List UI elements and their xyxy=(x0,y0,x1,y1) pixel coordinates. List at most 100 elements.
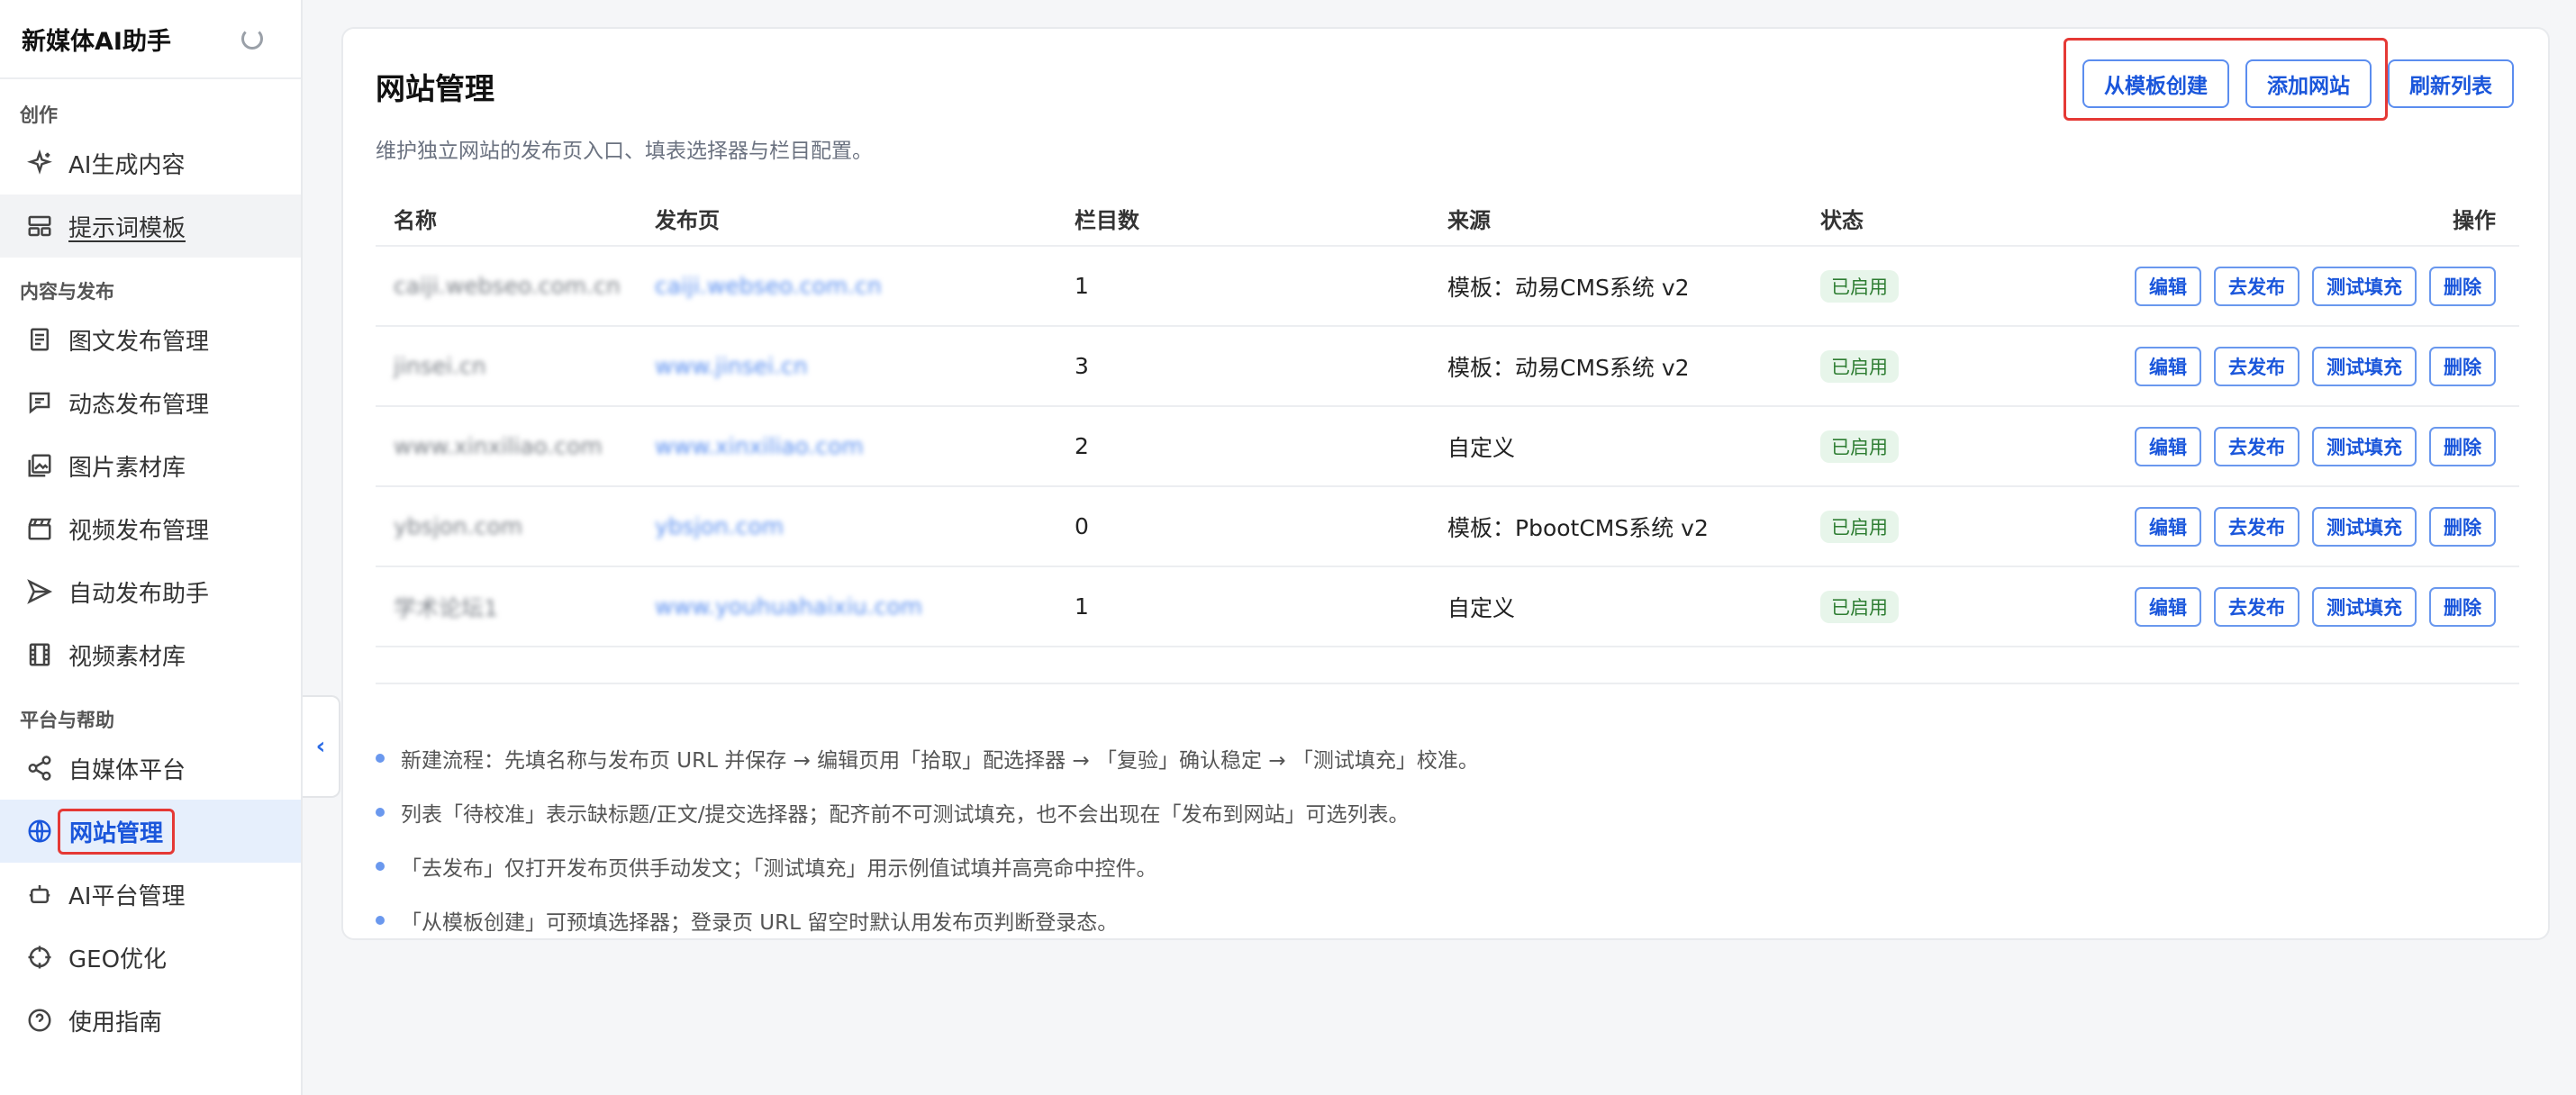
source: 模板：动易CMS系统 v2 xyxy=(1447,354,1690,381)
publish-page-link[interactable]: www.youhuahaixiu.com xyxy=(655,593,922,620)
status-badge: 已启用 xyxy=(1820,510,1899,543)
column-count: 1 xyxy=(1075,273,1089,299)
sidebar-item-image-library[interactable]: 图片素材库 xyxy=(0,434,301,497)
publish-button[interactable]: 去发布 xyxy=(2214,266,2299,306)
column-count: 0 xyxy=(1075,513,1089,539)
website-table: 名称 发布页 栏目数 来源 状态 操作 caiji.webseo.com.cn … xyxy=(376,191,2519,647)
sidebar-item-video-library[interactable]: 视频素材库 xyxy=(0,623,301,686)
message-icon xyxy=(25,388,54,417)
site-name: jinsei.cn xyxy=(394,353,486,379)
column-count: 1 xyxy=(1075,593,1089,620)
edit-button[interactable]: 编辑 xyxy=(2135,506,2201,547)
help-icon xyxy=(25,1006,54,1035)
test-fill-button[interactable]: 测试填充 xyxy=(2312,586,2417,627)
table-row: www.xinxiliao.com www.xinxiliao.com 2 自定… xyxy=(376,407,2519,487)
test-fill-button[interactable]: 测试填充 xyxy=(2312,426,2417,466)
app-root: 新媒体AI助手 创作 AI生成内容 提示词模板 内容与发布 图文发布管理 动态发… xyxy=(0,0,2576,1095)
test-fill-button[interactable]: 测试填充 xyxy=(2312,266,2417,306)
publish-button[interactable]: 去发布 xyxy=(2214,426,2299,466)
delete-button[interactable]: 删除 xyxy=(2429,586,2496,627)
source: 模板：PbootCMS系统 v2 xyxy=(1447,514,1709,541)
edit-button[interactable]: 编辑 xyxy=(2135,266,2201,306)
help-notes: 新建流程：先填名称与发布页 URL 并保存 → 编辑页用「拾取」配选择器 → 「… xyxy=(376,731,2519,947)
sidebar-collapse-button[interactable]: ‹ xyxy=(303,695,340,798)
delete-button[interactable]: 删除 xyxy=(2429,266,2496,306)
film-icon xyxy=(25,640,54,669)
header-column-count: 栏目数 xyxy=(1075,207,1139,233)
main-card: 网站管理 维护独立网站的发布页入口、填表选择器与栏目配置。 从模板创建 添加网站… xyxy=(341,27,2550,940)
sidebar-item-prompt-templates[interactable]: 提示词模板 xyxy=(0,195,301,258)
sidebar-item-ai-platform[interactable]: AI平台管理 xyxy=(0,863,301,926)
site-name: ybsjon.com xyxy=(394,513,523,539)
sidebar-item-label: 视频发布管理 xyxy=(68,517,210,545)
sidebar-item-geo-optimize[interactable]: GEO优化 xyxy=(0,926,301,989)
globe-icon xyxy=(25,817,54,846)
page-description: 维护独立网站的发布页入口、填表选择器与栏目配置。 xyxy=(376,140,873,163)
sidebar-item-label: 网站管理 xyxy=(58,808,176,855)
test-fill-button[interactable]: 测试填充 xyxy=(2312,346,2417,386)
sidebar-item-label: 自动发布助手 xyxy=(68,580,210,608)
delete-button[interactable]: 删除 xyxy=(2429,506,2496,547)
sidebar-item-website-management[interactable]: 网站管理 xyxy=(0,800,301,863)
note-text: 「从模板创建」可预填选择器；登录页 URL 留空时默认用发布页判断登录态。 xyxy=(401,911,1119,935)
publish-page-link[interactable]: www.jinsei.cn xyxy=(655,353,808,379)
status-badge: 已启用 xyxy=(1820,269,1899,303)
refresh-list-button[interactable]: 刷新列表 xyxy=(2388,59,2514,108)
edit-button[interactable]: 编辑 xyxy=(2135,426,2201,466)
sidebar-item-dynamic-publish[interactable]: 动态发布管理 xyxy=(0,371,301,434)
sidebar-item-label: 图文发布管理 xyxy=(68,328,210,356)
edit-button[interactable]: 编辑 xyxy=(2135,586,2201,627)
header-name: 名称 xyxy=(394,207,437,233)
delete-button[interactable]: 删除 xyxy=(2429,426,2496,466)
sidebar-item-user-guide[interactable]: 使用指南 xyxy=(0,989,301,1052)
page-title: 网站管理 xyxy=(376,71,494,106)
list-item: 列表「待校准」表示缺标题/正文/提交选择器；配齐前不可测试填充，也不会出现在「发… xyxy=(376,785,2519,839)
chevron-left-icon: ‹ xyxy=(315,733,326,760)
bullet-dot-icon xyxy=(376,754,385,763)
site-name: www.xinxiliao.com xyxy=(394,433,603,459)
header-actions: 操作 xyxy=(2453,207,2496,233)
robot-icon xyxy=(25,880,54,909)
bullet-dot-icon xyxy=(376,808,385,817)
sidebar-item-label: 图片素材库 xyxy=(68,454,186,482)
sidebar-item-ai-generate[interactable]: AI生成内容 xyxy=(0,131,301,195)
sidebar-item-label: 使用指南 xyxy=(68,1009,163,1036)
publish-page-link[interactable]: caiji.webseo.com.cn xyxy=(655,273,882,299)
sidebar-item-article-publish[interactable]: 图文发布管理 xyxy=(0,308,301,371)
delete-button[interactable]: 删除 xyxy=(2429,346,2496,386)
list-item: 「去发布」仅打开发布页供手动发文；「测试填充」用示例值试填并高亮命中控件。 xyxy=(376,839,2519,893)
source: 自定义 xyxy=(1447,434,1516,461)
table-row: caiji.webseo.com.cn caiji.webseo.com.cn … xyxy=(376,247,2519,327)
header-source: 来源 xyxy=(1447,207,1491,233)
publish-page-link[interactable]: www.xinxiliao.com xyxy=(655,433,864,459)
publish-button[interactable]: 去发布 xyxy=(2214,346,2299,386)
clapper-icon xyxy=(25,514,54,543)
sidebar-item-media-platform[interactable]: 自媒体平台 xyxy=(0,737,301,800)
loading-spinner-icon xyxy=(241,28,263,50)
sidebar: 新媒体AI助手 创作 AI生成内容 提示词模板 内容与发布 图文发布管理 动态发… xyxy=(0,0,303,1095)
sidebar-item-label: AI生成内容 xyxy=(68,151,186,179)
note-text: 新建流程：先填名称与发布页 URL 并保存 → 编辑页用「拾取」配选择器 → 「… xyxy=(401,749,1479,773)
edit-button[interactable]: 编辑 xyxy=(2135,346,2201,386)
share-icon xyxy=(25,754,54,783)
brand-title: 新媒体AI助手 xyxy=(22,27,171,56)
publish-button[interactable]: 去发布 xyxy=(2214,586,2299,627)
sidebar-item-label: 自媒体平台 xyxy=(68,756,186,784)
publish-button[interactable]: 去发布 xyxy=(2214,506,2299,547)
publish-page-link[interactable]: ybsjon.com xyxy=(655,513,784,539)
toolbar: 从模板创建 添加网站 刷新列表 xyxy=(2082,59,2514,108)
sidebar-item-video-publish[interactable]: 视频发布管理 xyxy=(0,497,301,560)
create-from-template-button[interactable]: 从模板创建 xyxy=(2082,59,2229,108)
group-label-create: 创作 xyxy=(20,104,58,126)
image-icon xyxy=(25,451,54,480)
sidebar-item-auto-publish[interactable]: 自动发布助手 xyxy=(0,560,301,623)
group-label-content: 内容与发布 xyxy=(20,281,114,303)
target-icon xyxy=(25,943,54,972)
header-status: 状态 xyxy=(1820,207,1864,233)
sidebar-item-label: AI平台管理 xyxy=(68,882,186,910)
column-count: 2 xyxy=(1075,433,1089,459)
group-label-platform: 平台与帮助 xyxy=(20,710,114,731)
site-name: 学术论坛1 xyxy=(394,594,498,621)
test-fill-button[interactable]: 测试填充 xyxy=(2312,506,2417,547)
add-website-button[interactable]: 添加网站 xyxy=(2245,59,2372,108)
